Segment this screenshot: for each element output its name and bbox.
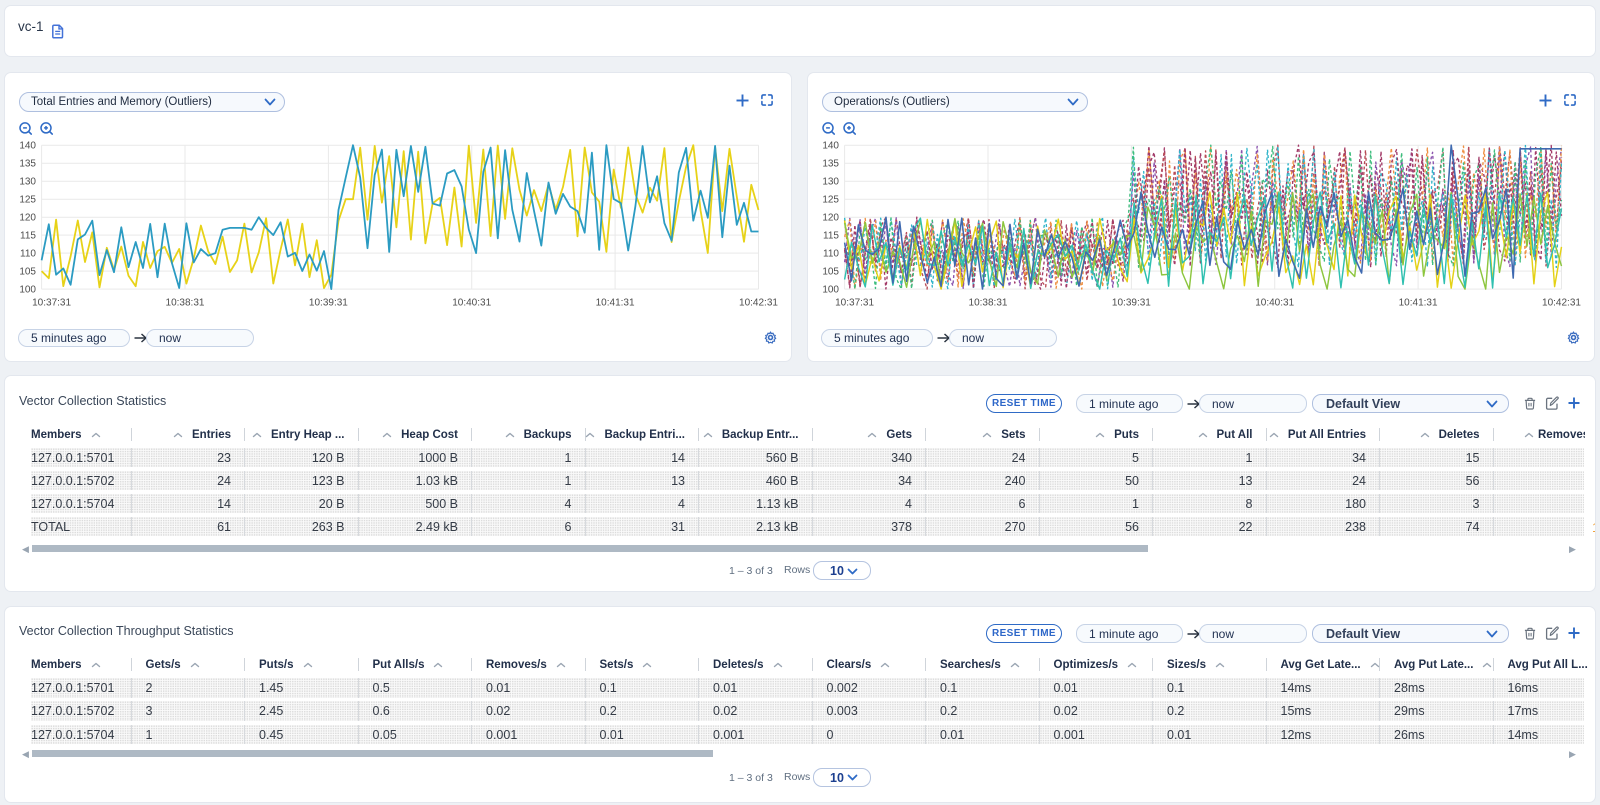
svg-text:10:37:31: 10:37:31 bbox=[835, 298, 874, 309]
svg-text:125: 125 bbox=[822, 194, 839, 205]
svg-text:125: 125 bbox=[19, 194, 36, 205]
svg-text:135: 135 bbox=[19, 158, 36, 169]
svg-text:130: 130 bbox=[822, 176, 839, 187]
svg-text:10:40:31: 10:40:31 bbox=[1255, 298, 1294, 309]
svg-text:100: 100 bbox=[822, 284, 839, 295]
svg-text:10:38:31: 10:38:31 bbox=[166, 298, 205, 309]
svg-text:120: 120 bbox=[822, 212, 839, 223]
svg-text:115: 115 bbox=[20, 230, 36, 241]
svg-text:10:42:31: 10:42:31 bbox=[739, 298, 778, 309]
svg-text:105: 105 bbox=[19, 266, 36, 277]
svg-text:10:40:31: 10:40:31 bbox=[452, 298, 491, 309]
svg-text:110: 110 bbox=[823, 248, 839, 259]
svg-text:10:41:31: 10:41:31 bbox=[596, 298, 635, 309]
svg-text:10:41:31: 10:41:31 bbox=[1399, 298, 1438, 309]
svg-text:105: 105 bbox=[822, 266, 839, 277]
svg-text:120: 120 bbox=[19, 212, 36, 223]
svg-text:100: 100 bbox=[19, 284, 36, 295]
svg-text:110: 110 bbox=[20, 248, 36, 259]
svg-text:130: 130 bbox=[19, 176, 36, 187]
svg-text:140: 140 bbox=[19, 140, 36, 151]
svg-text:10:38:31: 10:38:31 bbox=[969, 298, 1008, 309]
svg-text:140: 140 bbox=[822, 140, 839, 151]
svg-text:10:42:31: 10:42:31 bbox=[1542, 298, 1581, 309]
svg-text:10:37:31: 10:37:31 bbox=[32, 298, 71, 309]
svg-text:10:39:31: 10:39:31 bbox=[309, 298, 348, 309]
svg-text:10:39:31: 10:39:31 bbox=[1112, 298, 1151, 309]
svg-text:115: 115 bbox=[823, 230, 839, 241]
svg-text:135: 135 bbox=[822, 158, 839, 169]
